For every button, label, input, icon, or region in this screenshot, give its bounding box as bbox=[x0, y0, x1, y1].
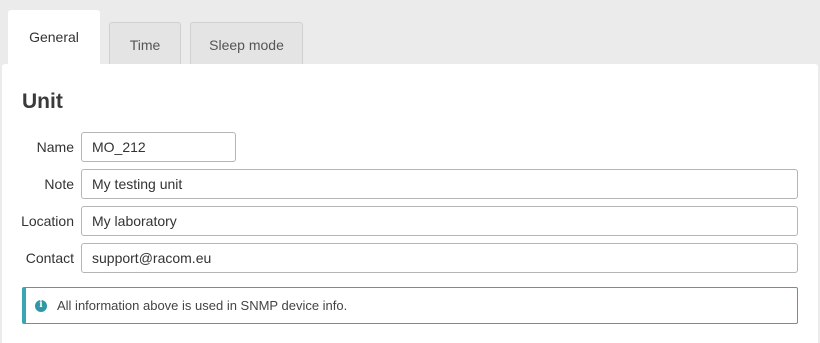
name-row: Name bbox=[2, 132, 236, 162]
location-label: Location bbox=[21, 213, 74, 229]
name-input[interactable] bbox=[81, 132, 236, 162]
info-text: All information above is used in SNMP de… bbox=[57, 298, 348, 313]
name-label: Name bbox=[36, 139, 74, 155]
location-row: Location bbox=[2, 206, 798, 236]
tab-sleep-mode[interactable]: Sleep mode bbox=[190, 22, 303, 64]
tab-general[interactable]: General bbox=[8, 10, 100, 64]
contact-input[interactable] bbox=[81, 243, 798, 273]
location-input[interactable] bbox=[81, 206, 798, 236]
note-row: Note bbox=[2, 169, 798, 199]
info-alert: i All information above is used in SNMP … bbox=[22, 287, 798, 324]
contact-row: Contact bbox=[2, 243, 798, 273]
contact-label: Contact bbox=[25, 250, 74, 266]
note-label: Note bbox=[44, 176, 74, 192]
info-circle-icon: i bbox=[35, 299, 47, 312]
general-panel: Unit Name Note Location Contact i All in… bbox=[2, 64, 818, 343]
tab-bar: General Time Sleep mode bbox=[8, 10, 312, 64]
section-title: Unit bbox=[22, 90, 63, 113]
tab-time[interactable]: Time bbox=[109, 22, 181, 64]
note-input[interactable] bbox=[81, 169, 798, 199]
